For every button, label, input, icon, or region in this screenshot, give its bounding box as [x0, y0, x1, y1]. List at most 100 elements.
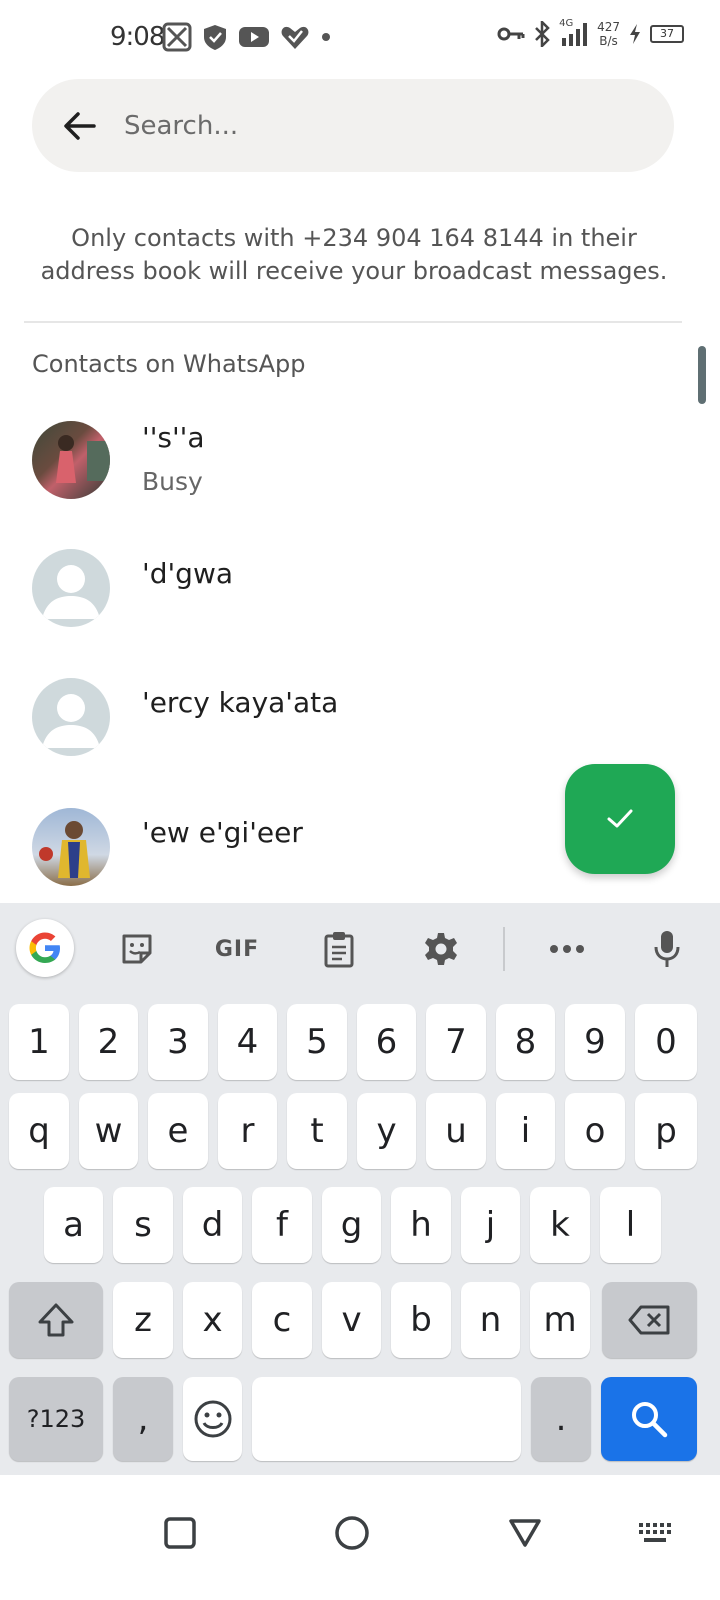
app-notification-icon — [162, 22, 192, 52]
search-key[interactable] — [601, 1377, 697, 1461]
key-9[interactable]: 9 — [565, 1004, 625, 1080]
youtube-icon — [239, 27, 269, 47]
emoji-icon — [194, 1400, 231, 1438]
keyboard-hide-button[interactable] — [625, 1503, 685, 1563]
dot-icon — [322, 33, 330, 41]
key-u[interactable]: u — [426, 1093, 486, 1169]
contact-avatar-photo — [32, 421, 110, 499]
more-options-icon[interactable] — [537, 921, 597, 977]
key-3[interactable]: 3 — [148, 1004, 208, 1080]
comma-key[interactable]: , — [113, 1377, 173, 1461]
key-2[interactable]: 2 — [79, 1004, 138, 1080]
key-1[interactable]: 1 — [9, 1004, 69, 1080]
key-4[interactable]: 4 — [218, 1004, 277, 1080]
contact-name: 'ew e'gi'eer — [142, 816, 303, 849]
key-p[interactable]: p — [635, 1093, 697, 1169]
spacebar-key[interactable] — [252, 1377, 521, 1461]
key-e[interactable]: e — [148, 1093, 208, 1169]
contact-row[interactable]: 'ercy kaya'ata — [0, 662, 720, 772]
key-m[interactable]: m — [530, 1282, 590, 1358]
status-bar: 9:08 4G 427 B/s 37 — [0, 0, 720, 78]
contact-row[interactable]: 'd'gwa — [0, 533, 720, 643]
key-b[interactable]: b — [391, 1282, 451, 1358]
key-z[interactable]: z — [113, 1282, 173, 1358]
key-t[interactable]: t — [287, 1093, 347, 1169]
key-7[interactable]: 7 — [426, 1004, 486, 1080]
back-button[interactable] — [495, 1503, 555, 1563]
key-s[interactable]: s — [113, 1187, 173, 1263]
charging-icon — [630, 24, 640, 44]
key-8[interactable]: 8 — [496, 1004, 555, 1080]
key-l[interactable]: l — [600, 1187, 661, 1263]
key-5[interactable]: 5 — [287, 1004, 347, 1080]
key-icon — [497, 27, 525, 41]
scrollbar-thumb[interactable] — [698, 346, 706, 404]
key-w[interactable]: w — [79, 1093, 138, 1169]
key-6[interactable]: 6 — [357, 1004, 416, 1080]
gif-button[interactable]: GIF — [207, 921, 267, 977]
speed-value: 427 — [597, 20, 620, 34]
key-v[interactable]: v — [322, 1282, 381, 1358]
google-icon[interactable] — [16, 919, 74, 977]
battery-indicator: 37 — [650, 25, 684, 43]
recents-button[interactable] — [150, 1503, 210, 1563]
settings-gear-icon[interactable] — [411, 921, 471, 977]
default-avatar-icon — [32, 678, 110, 756]
key-r[interactable]: r — [218, 1093, 277, 1169]
period-key[interactable]: . — [531, 1377, 591, 1461]
key-y[interactable]: y — [357, 1093, 416, 1169]
key-g[interactable]: g — [322, 1187, 381, 1263]
key-f[interactable]: f — [252, 1187, 312, 1263]
emoji-key[interactable] — [183, 1377, 242, 1461]
home-button[interactable] — [322, 1503, 382, 1563]
confirm-fab-button[interactable] — [565, 764, 675, 874]
status-time: 9:08 — [110, 22, 165, 52]
key-q[interactable]: q — [9, 1093, 69, 1169]
network-type: 4G — [559, 18, 574, 29]
key-c[interactable]: c — [252, 1282, 312, 1358]
square-icon — [164, 1517, 196, 1549]
divider — [24, 321, 682, 323]
triangle-back-icon — [509, 1519, 541, 1547]
search-icon — [632, 1402, 668, 1438]
key-i[interactable]: i — [496, 1093, 555, 1169]
notification-icons — [162, 22, 332, 52]
shift-icon — [38, 1303, 74, 1337]
microphone-icon[interactable] — [637, 921, 697, 977]
key-j[interactable]: j — [461, 1187, 520, 1263]
contact-avatar-photo — [32, 808, 110, 886]
broadcast-notice: Only contacts with +234 904 164 8144 in … — [40, 224, 668, 285]
verified-heart-icon — [281, 26, 309, 49]
shift-key[interactable] — [9, 1282, 103, 1358]
contact-name: ''s''a — [142, 421, 205, 454]
key-n[interactable]: n — [461, 1282, 520, 1358]
on-screen-keyboard: GIF 1 2 3 4 5 6 7 8 9 0 q w e r t y u i … — [0, 903, 720, 1475]
bluetooth-icon — [535, 21, 550, 47]
network-speed: 427 B/s — [597, 20, 620, 48]
key-0[interactable]: 0 — [635, 1004, 697, 1080]
contact-name: 'd'gwa — [142, 557, 233, 590]
key-x[interactable]: x — [183, 1282, 242, 1358]
backspace-key[interactable] — [602, 1282, 697, 1358]
back-arrow-icon[interactable] — [60, 106, 100, 146]
gif-label: GIF — [214, 936, 260, 962]
contact-row[interactable]: ''s''a Busy — [0, 405, 720, 515]
toolbar-divider — [503, 927, 505, 971]
check-icon — [607, 809, 633, 828]
system-icons: 4G 427 B/s 37 — [497, 18, 684, 48]
key-o[interactable]: o — [565, 1093, 625, 1169]
key-k[interactable]: k — [530, 1187, 590, 1263]
keyboard-icon — [639, 1523, 671, 1542]
key-h[interactable]: h — [391, 1187, 451, 1263]
key-d[interactable]: d — [183, 1187, 242, 1263]
backspace-icon — [628, 1305, 669, 1335]
search-bar — [32, 79, 674, 172]
key-a[interactable]: a — [44, 1187, 103, 1263]
keyboard-toolbar: GIF — [0, 903, 720, 995]
sticker-icon[interactable] — [107, 921, 167, 977]
contact-status: Busy — [142, 467, 203, 496]
signal-icon: 4G — [559, 18, 589, 48]
clipboard-icon[interactable] — [309, 921, 369, 977]
symbols-key[interactable]: ?123 — [9, 1377, 103, 1461]
search-input[interactable] — [124, 103, 644, 149]
